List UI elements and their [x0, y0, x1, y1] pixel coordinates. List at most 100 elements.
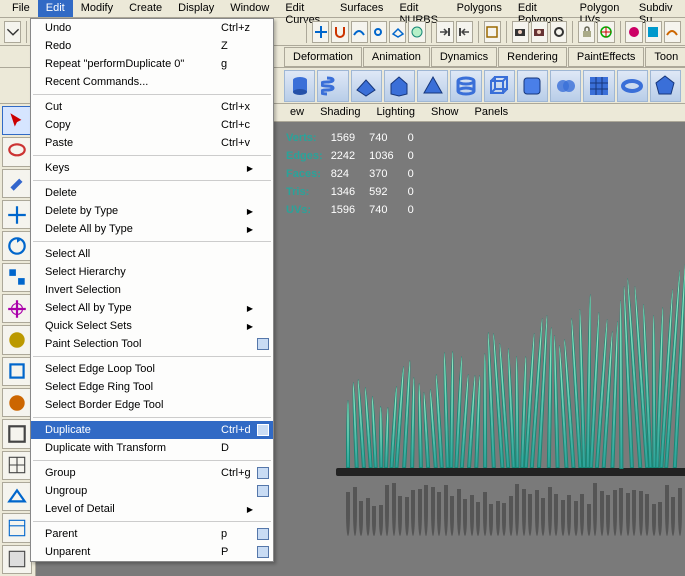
snap-point-icon[interactable] [370, 21, 387, 43]
view-outliner-icon[interactable] [2, 513, 32, 542]
option-box-icon[interactable] [257, 485, 269, 497]
menu-polygons[interactable]: Polygons [449, 0, 510, 17]
tab-dynamics[interactable]: Dynamics [431, 47, 497, 67]
construction-history-icon[interactable] [484, 21, 501, 43]
shelf-torus-icon[interactable] [617, 70, 648, 102]
menu-file[interactable]: File [4, 0, 38, 17]
edit-menu-select-edge-ring-tool[interactable]: Select Edge Ring Tool [31, 378, 273, 396]
shelf-softbox-icon[interactable] [517, 70, 548, 102]
edit-menu-undo[interactable]: UndoCtrl+z [31, 19, 273, 37]
menu-editnurbs[interactable]: Edit NURBS [391, 0, 448, 17]
shelf-plane-icon[interactable] [351, 70, 382, 102]
tab-rendering[interactable]: Rendering [498, 47, 567, 67]
render-icon[interactable] [512, 21, 529, 43]
edit-menu-duplicate-with-transform[interactable]: Duplicate with TransformD [31, 439, 273, 457]
show-manip-tool-icon[interactable] [2, 357, 32, 386]
edit-menu-select-all[interactable]: Select All [31, 245, 273, 263]
paint-select-tool-icon[interactable] [2, 169, 32, 198]
edit-menu-invert-selection[interactable]: Invert Selection [31, 281, 273, 299]
ipr-render-icon[interactable] [531, 21, 548, 43]
edit-menu-unparent[interactable]: UnparentP [31, 543, 273, 561]
shelf-booleans-icon[interactable] [550, 70, 581, 102]
universal-manip-icon[interactable] [2, 294, 32, 323]
edit-menu-delete[interactable]: Delete [31, 184, 273, 202]
shelf-mesh-smooth-icon[interactable] [583, 70, 614, 102]
menu-create[interactable]: Create [121, 0, 170, 17]
edit-menu-repeat-performduplicate-0[interactable]: Repeat "performDuplicate 0"g [31, 55, 273, 73]
select-tool-icon[interactable] [2, 106, 32, 135]
history-out-icon[interactable] [456, 21, 473, 43]
render-settings-icon[interactable] [550, 21, 567, 43]
outliner-icon[interactable] [645, 21, 662, 43]
snap-plane-icon[interactable] [389, 21, 406, 43]
option-box-icon[interactable] [257, 424, 269, 436]
view-persp-icon[interactable] [2, 482, 32, 511]
history-in-icon[interactable] [436, 21, 453, 43]
view-script-icon[interactable] [2, 545, 32, 574]
edit-menu-delete-all-by-type[interactable]: Delete All by Type▶ [31, 220, 273, 238]
menu-subdiv[interactable]: Subdiv Su [631, 0, 681, 17]
vp-menu-view[interactable]: ew [282, 104, 312, 121]
menu-modify[interactable]: Modify [73, 0, 121, 17]
magnet-icon[interactable] [331, 21, 348, 43]
snap-move-icon[interactable] [312, 21, 329, 43]
option-box-icon[interactable] [257, 528, 269, 540]
edit-menu-level-of-detail[interactable]: Level of Detail▶ [31, 500, 273, 518]
edit-menu-paint-selection-tool[interactable]: Paint Selection Tool [31, 335, 273, 353]
view-single-icon[interactable] [2, 419, 32, 448]
shelf-platonic-icon[interactable] [650, 70, 681, 102]
edit-menu-select-edge-loop-tool[interactable]: Select Edge Loop Tool [31, 360, 273, 378]
menu-surfaces[interactable]: Surfaces [332, 0, 391, 17]
menu-window[interactable]: Window [222, 0, 277, 17]
snap-live-icon[interactable] [408, 21, 425, 43]
scale-tool-icon[interactable] [2, 263, 32, 292]
rotate-tool-icon[interactable] [2, 231, 32, 260]
vp-menu-panels[interactable]: Panels [467, 104, 517, 121]
shelf-pyramid-icon[interactable] [417, 70, 448, 102]
edit-menu-recent-commands[interactable]: Recent Commands... [31, 73, 273, 91]
edit-menu-select-hierarchy[interactable]: Select Hierarchy [31, 263, 273, 281]
hypershade-icon[interactable] [625, 21, 642, 43]
edit-menu-cut[interactable]: CutCtrl+x [31, 98, 273, 116]
shelf-cylinder-icon[interactable] [284, 70, 315, 102]
edit-menu-keys[interactable]: Keys▶ [31, 159, 273, 177]
soft-mod-tool-icon[interactable] [2, 325, 32, 354]
edit-menu-parent[interactable]: Parentp [31, 525, 273, 543]
lasso-tool-icon[interactable] [2, 137, 32, 166]
tab-animation[interactable]: Animation [363, 47, 430, 67]
tab-painteffects[interactable]: PaintEffects [568, 47, 645, 67]
edit-menu-quick-select-sets[interactable]: Quick Select Sets▶ [31, 317, 273, 335]
shelf-cube-wire-icon[interactable] [484, 70, 515, 102]
last-tool-icon[interactable] [2, 388, 32, 417]
show-manip-icon[interactable] [597, 21, 614, 43]
menu-editpolygons[interactable]: Edit Polygons [510, 0, 572, 17]
shelf-prism-icon[interactable] [384, 70, 415, 102]
edit-menu-duplicate[interactable]: DuplicateCtrl+d [31, 421, 273, 439]
edit-menu-redo[interactable]: RedoZ [31, 37, 273, 55]
view-four-icon[interactable] [2, 451, 32, 480]
vp-menu-shading[interactable]: Shading [312, 104, 368, 121]
edit-menu-group[interactable]: GroupCtrl+g [31, 464, 273, 482]
graph-icon[interactable] [664, 21, 681, 43]
menu-editcurves[interactable]: Edit Curves [277, 0, 332, 17]
option-box-icon[interactable] [257, 338, 269, 350]
vp-menu-show[interactable]: Show [423, 104, 467, 121]
option-box-icon[interactable] [257, 546, 269, 558]
shelf-helix-icon[interactable] [317, 70, 348, 102]
edit-menu-ungroup[interactable]: Ungroup [31, 482, 273, 500]
menu-display[interactable]: Display [170, 0, 222, 17]
move-tool-icon[interactable] [2, 200, 32, 229]
tab-toon[interactable]: Toon [645, 47, 685, 67]
edit-menu-select-border-edge-tool[interactable]: Select Border Edge Tool [31, 396, 273, 414]
tab-deformation[interactable]: Deformation [284, 47, 362, 67]
vp-menu-lighting[interactable]: Lighting [368, 104, 423, 121]
edit-menu-select-all-by-type[interactable]: Select All by Type▶ [31, 299, 273, 317]
menu-edit[interactable]: Edit [38, 0, 73, 17]
option-box-icon[interactable] [257, 467, 269, 479]
dropdown-button[interactable] [4, 21, 21, 43]
edit-menu-delete-by-type[interactable]: Delete by Type▶ [31, 202, 273, 220]
lock-icon[interactable] [578, 21, 595, 43]
menu-polyuvs[interactable]: Polygon UVs [572, 0, 631, 17]
edit-menu-copy[interactable]: CopyCtrl+c [31, 116, 273, 134]
snap-curve-icon[interactable] [351, 21, 368, 43]
